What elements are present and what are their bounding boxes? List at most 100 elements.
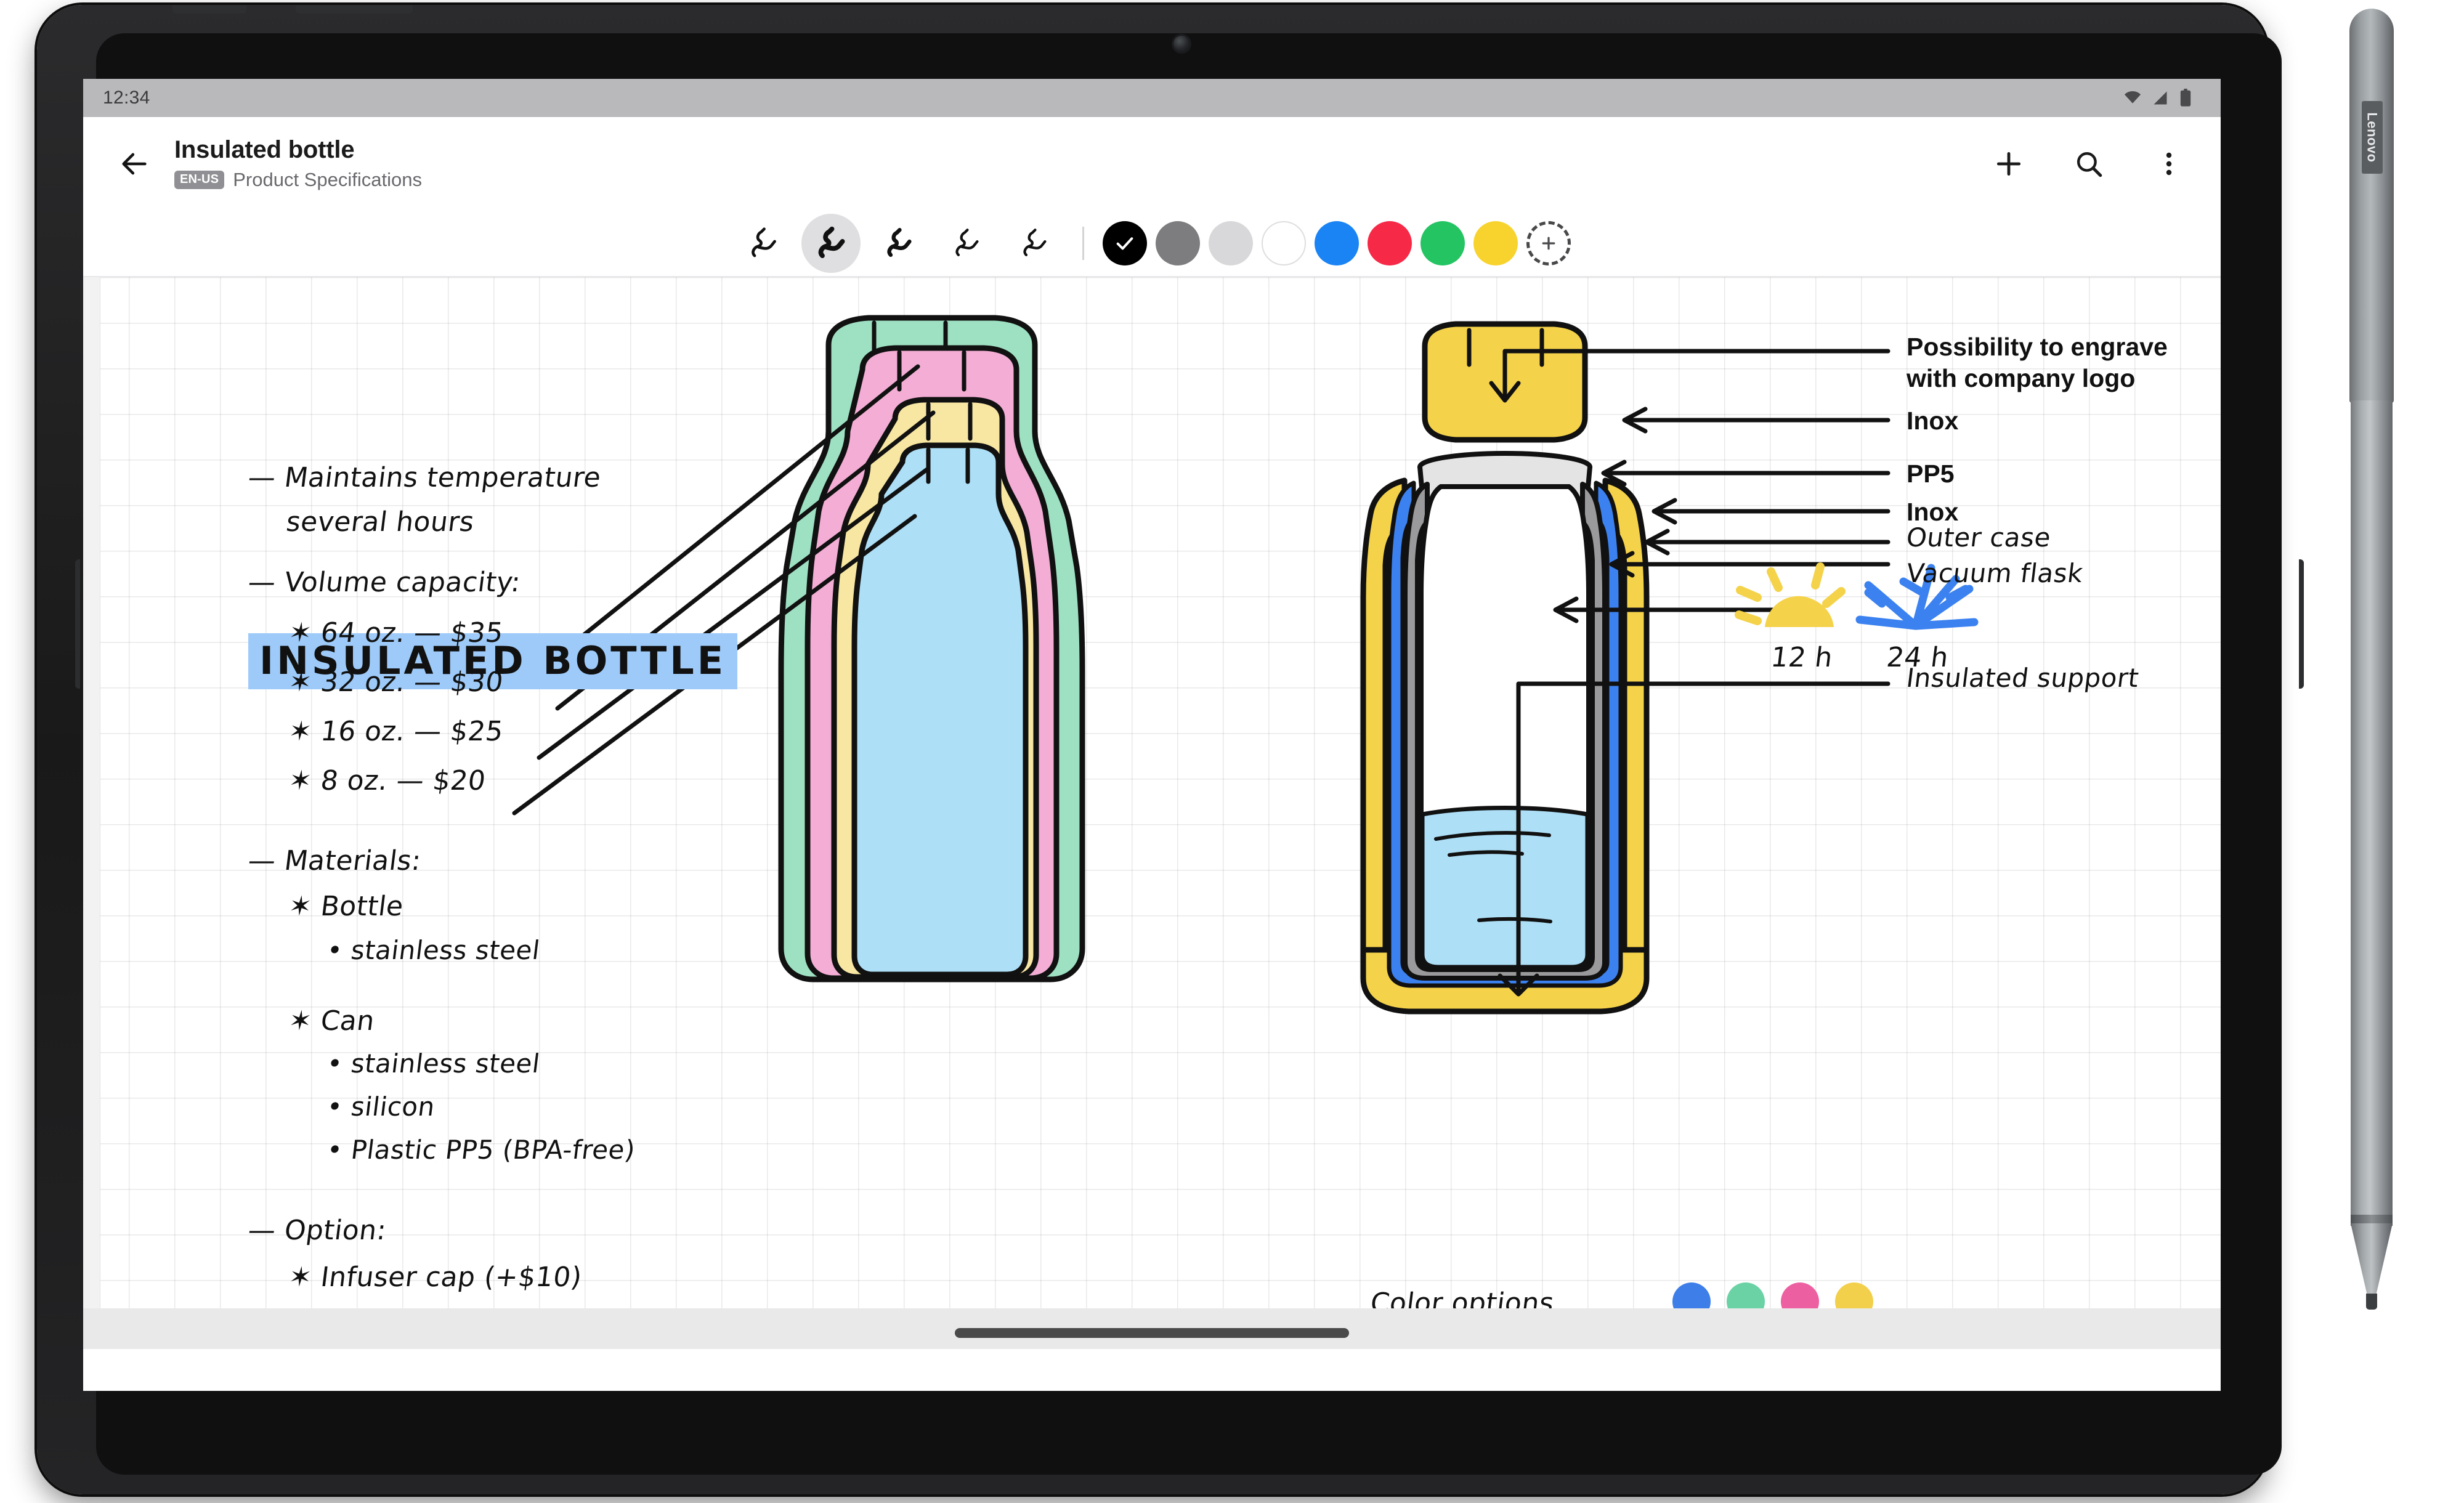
thermal-cold-label: 24 h — [1884, 642, 1951, 673]
nested-size-diagram — [778, 315, 1085, 982]
note-line-8: — Materials: — [246, 845, 423, 877]
power-button[interactable] — [172, 5, 246, 14]
arrow-back-icon — [122, 153, 147, 175]
note-line-1: — Maintains temperature — [246, 462, 603, 493]
page-title: Insulated bottle — [174, 136, 355, 164]
note-line-16-text: Infuser cap (+$10) — [318, 1262, 584, 1293]
note-line-14: • Plastic PP5 (BPA-free) — [325, 1135, 638, 1165]
callout-outer-case: Outer case — [1904, 522, 2053, 553]
plus-icon — [1996, 152, 2021, 176]
color-swatch-blue[interactable] — [1314, 221, 1359, 265]
speaker-left — [75, 559, 80, 689]
note-line-6-text: 16 oz. — $25 — [318, 716, 505, 747]
screenshot-root: 12:34 Insulated bottle EN-US Product Spe… — [0, 0, 2464, 1503]
pen-tool-group — [734, 214, 1064, 273]
volume-button[interactable] — [296, 5, 413, 14]
exploded-construction-diagram — [1360, 321, 1650, 1015]
pen-tool-4[interactable] — [937, 214, 996, 273]
subtitle-row: EN-US Product Specifications — [174, 169, 1985, 191]
more-options-button[interactable] — [2146, 140, 2192, 187]
star-bullet: ✶ — [286, 891, 314, 922]
lenovo-logo: Lenovo — [2362, 101, 2383, 174]
color-swatch-light-gray[interactable] — [1208, 221, 1253, 265]
color-swatch-white[interactable] — [1261, 221, 1306, 265]
cellular-signal-icon — [2154, 91, 2167, 105]
color-swatch-gray[interactable] — [1155, 221, 1200, 265]
pen-tool-2[interactable] — [801, 214, 861, 273]
note-line-5: ✶ 32 oz. — $30 — [287, 666, 505, 698]
battery-icon — [2180, 89, 2191, 107]
add-page-button[interactable] — [1985, 140, 2032, 187]
system-nav-bar — [83, 1308, 2221, 1349]
note-line-4-text: 64 oz. — $35 — [318, 617, 505, 649]
pen-tool-3[interactable] — [869, 214, 928, 273]
front-camera — [1173, 36, 1189, 52]
note-line-5-text: 32 oz. — $30 — [318, 666, 505, 698]
callout-pp5: PP5 — [1907, 460, 1955, 488]
tablet-screen: 12:34 Insulated bottle EN-US Product Spe… — [83, 79, 2221, 1391]
color-swatch-red[interactable] — [1367, 221, 1412, 265]
star-bullet: ✶ — [286, 716, 314, 747]
color-swatch-green[interactable] — [1420, 221, 1465, 265]
note-line-9: ✶ Bottle — [287, 891, 405, 922]
note-line-7: ✶ 8 oz. — $20 — [287, 765, 488, 796]
note-line-11: ✶ Can — [287, 1005, 376, 1037]
note-line-3: — Volume capacity: — [246, 567, 523, 598]
status-bar: 12:34 — [83, 79, 2221, 117]
toolbar-divider — [1082, 227, 1084, 260]
note-line-12: • stainless steel — [325, 1048, 542, 1079]
home-gesture-pill[interactable] — [955, 1328, 1349, 1338]
app-bar-actions — [1985, 140, 2192, 187]
pen-icon — [955, 229, 979, 256]
stylus-barrel — [2351, 400, 2393, 1220]
overflow-menu-icon — [2166, 152, 2172, 176]
callout-vacuum-flask: Vacuum flask — [1904, 558, 2085, 588]
thermal-hot-label: 12 h — [1769, 642, 1835, 673]
app-bar: Insulated bottle EN-US Product Specifica… — [83, 117, 2221, 211]
star-bullet: ✶ — [286, 765, 314, 796]
search-button[interactable] — [2065, 140, 2112, 187]
note-line-4: ✶ 64 oz. — $35 — [287, 617, 505, 649]
callout-inox-top: Inox — [1907, 407, 1959, 435]
language-badge: EN-US — [174, 170, 225, 189]
page-subtitle: Product Specifications — [233, 168, 422, 190]
note-line-15: — Option: — [246, 1215, 389, 1246]
note-line-9-text: Bottle — [318, 891, 405, 922]
pen-icon — [1023, 229, 1047, 256]
stylus-cap — [2349, 9, 2394, 403]
status-icon-group — [2123, 89, 2192, 107]
note-canvas[interactable]: INSULATED BOTTLE — Maintains temperature… — [83, 277, 2221, 1349]
note-line-16: ✶ Infuser cap (+$10) — [287, 1262, 584, 1293]
stylus-pen[interactable]: Lenovo — [2344, 9, 2401, 1310]
star-bullet: ✶ — [286, 1005, 314, 1037]
add-color-button[interactable] — [1526, 221, 1571, 265]
drawing-toolbar — [83, 211, 2221, 277]
note-line-13: • silicon — [325, 1092, 437, 1122]
sketch-layer — [512, 315, 1979, 1015]
stylus-tip — [2366, 1294, 2377, 1310]
note-line-7-text: 8 oz. — $20 — [318, 765, 488, 796]
callout-engrave: Possibility to engrave with company logo — [1907, 333, 2168, 392]
speaker-right — [2299, 559, 2304, 689]
back-button[interactable] — [108, 137, 161, 190]
search-icon — [2077, 152, 2102, 177]
star-bullet: ✶ — [286, 666, 314, 698]
pen-icon — [751, 227, 776, 257]
check-icon — [1116, 237, 1133, 250]
color-swatch-group — [1102, 221, 1571, 265]
note-line-6: ✶ 16 oz. — $25 — [287, 716, 505, 747]
title-block: Insulated bottle EN-US Product Specifica… — [174, 137, 1985, 190]
note-line-10: • stainless steel — [325, 935, 542, 965]
stylus-cone — [2351, 1223, 2393, 1296]
lenovo-logo-text: Lenovo — [2365, 112, 2381, 163]
plus-icon — [1542, 237, 1555, 250]
color-swatch-black[interactable] — [1102, 221, 1147, 265]
status-time: 12:34 — [103, 87, 150, 108]
note-line-11-text: Can — [318, 1005, 377, 1037]
note-line-2: several hours — [284, 506, 476, 538]
pen-tool-1[interactable] — [734, 214, 793, 273]
pen-icon — [886, 228, 912, 257]
pen-tool-5[interactable] — [1005, 214, 1064, 273]
star-bullet: ✶ — [286, 617, 314, 649]
color-swatch-yellow[interactable] — [1473, 221, 1518, 265]
